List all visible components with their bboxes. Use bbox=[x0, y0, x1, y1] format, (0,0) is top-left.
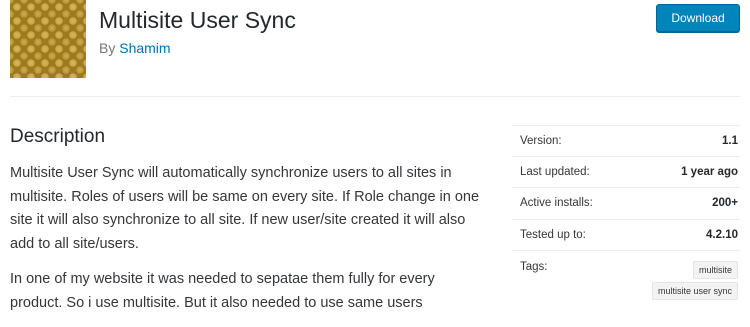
meta-row-version: Version: 1.1 bbox=[512, 125, 740, 157]
meta-label: Tested up to: bbox=[520, 228, 586, 241]
description-paragraph: In one of my website it was needed to se… bbox=[10, 271, 435, 311]
download-button[interactable]: Download bbox=[656, 4, 740, 32]
meta-label: Last updated: bbox=[520, 165, 590, 178]
description-body: Multisite User Sync will automatically s… bbox=[10, 162, 480, 327]
tags-list: multisite multisite user sync bbox=[651, 261, 738, 300]
description-paragraph: Multisite User Sync will automatically s… bbox=[10, 165, 480, 252]
meta-label: Version: bbox=[520, 134, 562, 147]
plugin-icon bbox=[10, 0, 86, 78]
meta-label: Active installs: bbox=[520, 197, 593, 210]
description-heading: Description bbox=[10, 126, 106, 147]
meta-row-tags: Tags: multisite multisite user sync bbox=[512, 251, 740, 300]
plugin-byline: By Shamim bbox=[99, 40, 171, 56]
meta-value: 1.1 bbox=[722, 134, 738, 147]
header-divider bbox=[10, 96, 740, 97]
tag-link[interactable]: multisite user sync bbox=[651, 282, 738, 300]
byline-prefix: By bbox=[99, 40, 116, 56]
meta-label: Tags: bbox=[520, 261, 548, 273]
plugin-title: Multisite User Sync bbox=[99, 7, 296, 33]
meta-value: 200+ bbox=[712, 197, 738, 210]
plugin-meta: Version: 1.1 Last updated: 1 year ago Ac… bbox=[512, 125, 740, 300]
meta-row-tested-up-to: Tested up to: 4.2.10 bbox=[512, 220, 740, 251]
meta-row-last-updated: Last updated: 1 year ago bbox=[512, 157, 740, 188]
meta-row-active-installs: Active installs: 200+ bbox=[512, 188, 740, 220]
author-link[interactable]: Shamim bbox=[119, 40, 170, 56]
meta-value: 4.2.10 bbox=[706, 228, 738, 241]
meta-value: 1 year ago bbox=[681, 165, 738, 178]
tag-link[interactable]: multisite bbox=[692, 261, 738, 279]
